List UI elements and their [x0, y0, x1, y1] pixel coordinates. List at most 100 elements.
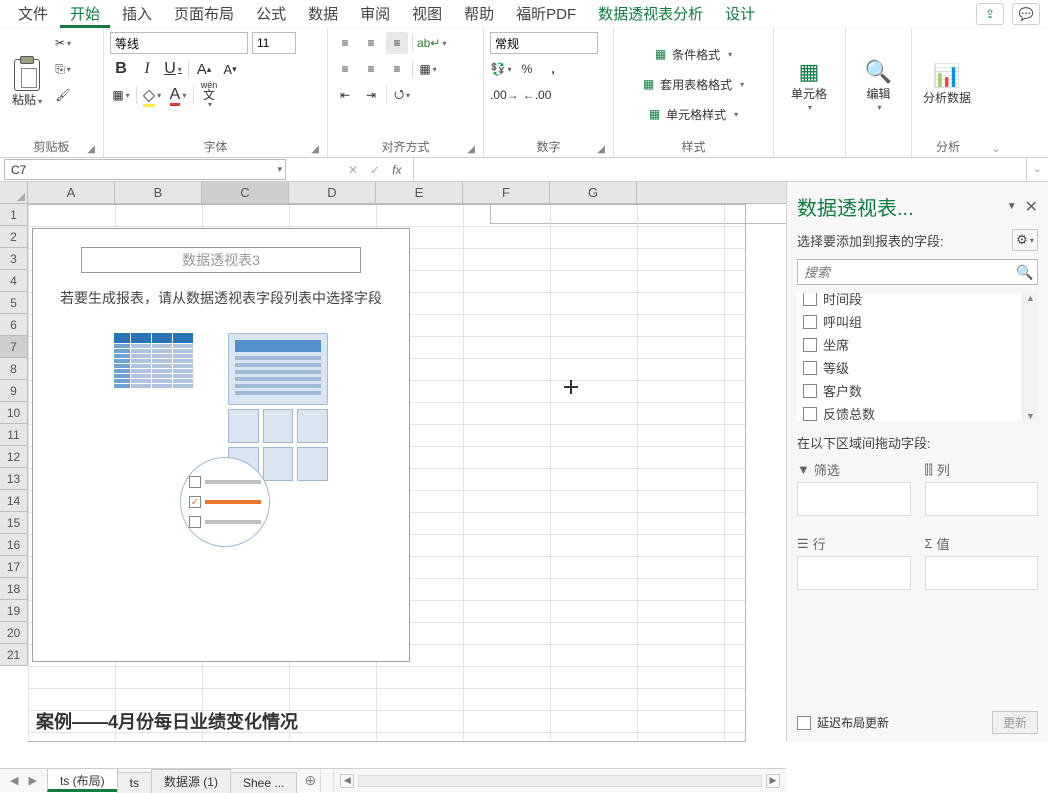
checkbox-icon[interactable]	[803, 361, 817, 375]
number-dialog-icon[interactable]: ◢	[597, 144, 605, 155]
checkbox-icon[interactable]	[803, 293, 817, 306]
row-header[interactable]: 12	[0, 446, 28, 468]
decrease-font-button[interactable]: A▾	[219, 58, 241, 80]
font-dialog-icon[interactable]: ◢	[311, 144, 319, 155]
font-color-button[interactable]: A	[167, 84, 189, 106]
sheet-tab[interactable]: ts (布局)	[47, 768, 118, 792]
field-search-input[interactable]	[798, 265, 1013, 280]
row-header[interactable]: 7	[0, 336, 28, 358]
row-header[interactable]: 8	[0, 358, 28, 380]
field-item[interactable]: 等级	[797, 356, 1038, 379]
wrap-text-button[interactable]: ab↵	[417, 32, 446, 54]
row-header[interactable]: 10	[0, 402, 28, 424]
col-header-b[interactable]: B	[115, 182, 202, 203]
field-list[interactable]: 时间段 呼叫组 坐席 等级 客户数 反馈总数 ▲▼	[797, 293, 1038, 421]
align-left-button[interactable]: ≡	[334, 58, 356, 80]
col-header-a[interactable]: A	[28, 182, 115, 203]
menu-formulas[interactable]: 公式	[246, 0, 296, 28]
fill-color-button[interactable]: ◇	[141, 84, 163, 106]
ribbon-collapse-icon[interactable]: ⌄	[992, 144, 1000, 155]
menu-page-layout[interactable]: 页面布局	[164, 0, 244, 28]
pane-close-icon[interactable]: ✕	[1025, 197, 1038, 217]
format-painter-button[interactable]: 🖌	[52, 84, 74, 106]
cell-styles-button[interactable]: ▦单元格样式	[620, 103, 767, 125]
row-header[interactable]: 4	[0, 270, 28, 292]
menu-review[interactable]: 审阅	[350, 0, 400, 28]
row-header[interactable]: 11	[0, 424, 28, 446]
sheet-tab[interactable]: 数据源 (1)	[151, 769, 231, 793]
comma-button[interactable]: ,	[542, 58, 564, 80]
paste-button[interactable]: 粘贴	[6, 32, 48, 136]
comments-icon[interactable]: 💬	[1012, 3, 1040, 25]
row-header[interactable]: 3	[0, 248, 28, 270]
decrease-indent-button[interactable]: ⇤	[334, 84, 356, 106]
sheet-tab[interactable]: ts	[117, 772, 152, 793]
col-header-d[interactable]: D	[289, 182, 376, 203]
menu-view[interactable]: 视图	[402, 0, 452, 28]
pane-options-icon[interactable]: ▼	[1007, 201, 1017, 212]
row-header[interactable]: 1	[0, 204, 28, 226]
row-header[interactable]: 20	[0, 622, 28, 644]
percent-button[interactable]: %	[516, 58, 538, 80]
columns-area[interactable]: ⫿⫿列	[925, 460, 1039, 516]
field-item[interactable]: 客户数	[797, 379, 1038, 402]
menu-file[interactable]: 文件	[8, 0, 58, 28]
menu-insert[interactable]: 插入	[112, 0, 162, 28]
row-header[interactable]: 5	[0, 292, 28, 314]
select-all-button[interactable]	[0, 182, 28, 203]
col-header-g[interactable]: G	[550, 182, 637, 203]
defer-checkbox[interactable]	[797, 716, 811, 730]
row-header[interactable]: 18	[0, 578, 28, 600]
menu-foxit-pdf[interactable]: 福昕PDF	[506, 0, 586, 28]
sheet-tab[interactable]: Shee ...	[230, 772, 297, 793]
row-header[interactable]: 2	[0, 226, 28, 248]
formula-expand-icon[interactable]: ⌄	[1026, 158, 1048, 181]
merge-center-button[interactable]: ▦	[417, 58, 439, 80]
row-header[interactable]: 9	[0, 380, 28, 402]
scroll-left-icon[interactable]: ◀	[340, 774, 354, 788]
tab-nav-prev-icon[interactable]: ◀	[10, 774, 18, 787]
conditional-format-button[interactable]: ▦条件格式	[620, 43, 767, 65]
cells-button[interactable]: ▦单元格	[780, 32, 838, 139]
analyze-data-button[interactable]: 📊分析数据	[918, 32, 976, 136]
menu-data[interactable]: 数据	[298, 0, 348, 28]
alignment-dialog-icon[interactable]: ◢	[467, 144, 475, 155]
align-right-button[interactable]: ≡	[386, 58, 408, 80]
field-search[interactable]: 🔍	[797, 259, 1038, 285]
spreadsheet-grid[interactable]: A B C D E F G 12345678910111213141516171…	[0, 182, 786, 742]
editing-button[interactable]: 🔍编辑	[852, 32, 905, 139]
checkbox-icon[interactable]	[803, 384, 817, 398]
col-header-f[interactable]: F	[463, 182, 550, 203]
field-scrollbar[interactable]: ▲▼	[1022, 293, 1038, 421]
checkbox-icon[interactable]	[803, 338, 817, 352]
clipboard-dialog-icon[interactable]: ◢	[87, 144, 95, 155]
increase-decimal-button[interactable]: .00→	[490, 84, 519, 106]
checkbox-icon[interactable]	[803, 407, 817, 421]
update-button[interactable]: 更新	[992, 711, 1038, 734]
menu-pivot-analyze[interactable]: 数据透视表分析	[588, 0, 713, 28]
confirm-formula-icon[interactable]: ✓	[370, 163, 380, 177]
decrease-decimal-button[interactable]: ←.00	[523, 84, 552, 106]
add-sheet-button[interactable]: ⊕	[300, 769, 320, 792]
font-size-combo[interactable]	[252, 32, 296, 54]
cut-button[interactable]: ✂	[52, 32, 74, 54]
share-icon[interactable]: ⇪	[976, 3, 1004, 25]
values-area[interactable]: Σ值	[925, 534, 1039, 590]
field-item[interactable]: 时间段	[797, 293, 1038, 310]
bold-button[interactable]: B	[110, 58, 132, 80]
row-header[interactable]: 6	[0, 314, 28, 336]
name-box[interactable]: C7▾	[4, 159, 286, 180]
align-middle-button[interactable]: ≡	[360, 32, 382, 54]
menu-design[interactable]: 设计	[715, 0, 765, 28]
row-header[interactable]: 21	[0, 644, 28, 666]
number-format-combo[interactable]	[490, 32, 598, 54]
search-icon[interactable]: 🔍	[1013, 264, 1037, 281]
formula-input[interactable]	[414, 158, 1026, 181]
align-bottom-button[interactable]: ≡	[386, 32, 408, 54]
tab-nav-next-icon[interactable]: ▶	[28, 774, 36, 787]
filters-area[interactable]: ▼筛选	[797, 460, 911, 516]
fx-icon[interactable]: fx	[392, 163, 401, 177]
gear-icon[interactable]: ⚙	[1012, 229, 1038, 251]
menu-home[interactable]: 开始	[60, 0, 110, 28]
checkbox-icon[interactable]	[803, 315, 817, 329]
